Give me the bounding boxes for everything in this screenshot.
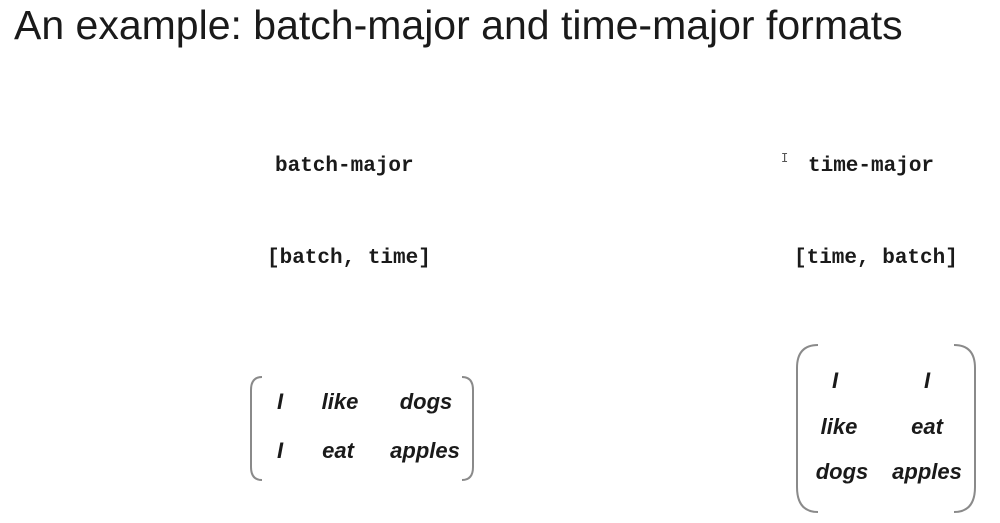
matrix-cell: dogs (399, 389, 453, 414)
batch-major-label: batch-major (275, 155, 414, 178)
batch-major-shape: [batch, time] (267, 247, 431, 270)
matrix-cell: apples (390, 438, 460, 463)
text-cursor-icon: I (781, 151, 789, 165)
time-major-label: time-major (808, 155, 935, 178)
right-bracket (461, 376, 474, 481)
matrix-cell: dogs (815, 459, 869, 484)
matrix-cell: like (820, 414, 858, 439)
matrix-cell: eat (322, 438, 354, 463)
matrix-cell: like (321, 389, 359, 414)
matrix-cell: I (276, 389, 284, 414)
matrix-cell: I (276, 438, 284, 463)
right-bracket (953, 344, 976, 513)
left-bracket (250, 376, 263, 481)
time-major-shape: [time, batch] (794, 247, 958, 270)
matrix-cell: apples (892, 459, 962, 484)
slide-title: An example: batch-major and time-major f… (14, 2, 903, 48)
left-bracket (796, 344, 819, 513)
matrix-cell: I (923, 368, 931, 393)
matrix-cell: I (831, 368, 839, 393)
matrix-cell: eat (911, 414, 943, 439)
